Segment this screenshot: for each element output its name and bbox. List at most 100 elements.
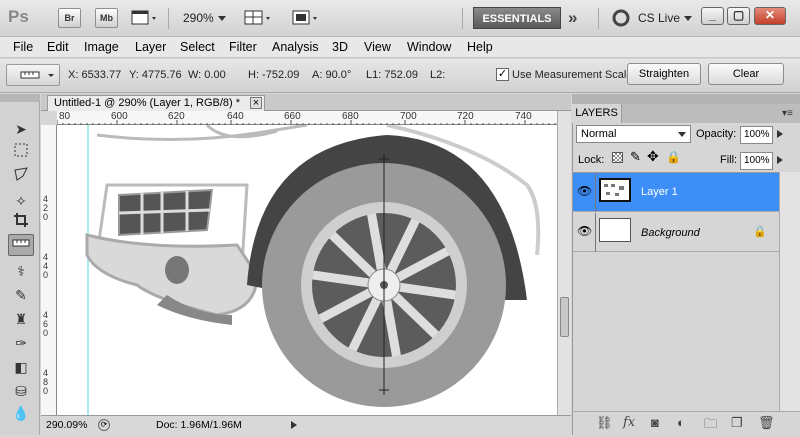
opacity-slider-icon[interactable] <box>777 130 783 138</box>
layers-panel-footer: ⛓ fx ◙ ◐ 🗀 ❐ 🗑 <box>573 411 800 435</box>
document-tab[interactable]: Untitled-1 @ 290% (Layer 1, RGB/8) * <box>47 95 265 111</box>
view-extras-button[interactable] <box>130 9 160 27</box>
fill-label: Fill: <box>720 154 738 166</box>
chevron-down-icon <box>684 16 693 22</box>
adjustment-layer-icon[interactable]: ◐ <box>677 415 685 430</box>
marquee-tool-icon[interactable] <box>10 142 32 164</box>
eraser-tool-icon[interactable]: ◧ <box>10 356 32 378</box>
delete-layer-icon[interactable]: 🗑 <box>758 415 775 431</box>
menu-file[interactable]: File <box>13 39 33 55</box>
eye-icon[interactable]: 👁 <box>577 184 592 198</box>
mini-bridge-button[interactable]: Mb <box>95 8 118 28</box>
document-canvas[interactable] <box>57 125 557 415</box>
clear-button[interactable]: Clear <box>708 63 784 85</box>
close-document-button[interactable]: × <box>250 97 262 109</box>
zoom-level-dropdown[interactable]: 290% <box>183 8 226 28</box>
screen-mode-button[interactable] <box>291 9 321 27</box>
lock-transparency-icon[interactable] <box>612 152 623 163</box>
paint-bucket-tool-icon[interactable]: ⛁ <box>10 380 32 402</box>
healing-brush-tool-icon[interactable]: ⚕ <box>10 260 32 282</box>
tool-preset-picker[interactable] <box>6 64 60 86</box>
menu-3d[interactable]: 3D <box>332 39 348 55</box>
ruler-label: 4 2 0 <box>43 194 49 222</box>
menu-filter[interactable]: Filter <box>229 39 257 55</box>
tab-layers[interactable]: LAYERS <box>572 104 622 123</box>
status-menu-icon[interactable]: ⟳ <box>98 419 110 431</box>
layer-mask-icon[interactable]: ◙ <box>651 415 659 430</box>
layers-panel <box>572 94 800 435</box>
straighten-button[interactable]: Straighten <box>627 63 701 85</box>
height-readout: H: -752.09 <box>248 69 300 81</box>
use-measurement-scale-checkbox[interactable]: ✓ <box>496 68 509 81</box>
status-expand-icon[interactable] <box>291 421 297 429</box>
screen-mode-icon <box>292 10 317 25</box>
bridge-button[interactable]: Br <box>58 8 81 28</box>
link-layers-icon[interactable]: ⛓ <box>596 415 613 431</box>
lock-image-icon[interactable]: ✎ <box>630 149 641 165</box>
quick-selection-tool-icon[interactable]: ✧ <box>10 190 32 212</box>
menu-image[interactable]: Image <box>84 39 119 55</box>
menu-view[interactable]: View <box>364 39 391 55</box>
ruler-label: 4 8 0 <box>43 368 49 396</box>
history-brush-tool-icon[interactable]: ✑ <box>10 332 32 354</box>
minimize-button[interactable]: _ <box>701 7 724 25</box>
panel-header[interactable] <box>572 94 800 104</box>
ruler-vertical: 4 2 0 4 4 0 4 6 0 4 8 0 <box>41 125 57 415</box>
lock-label: Lock: <box>578 154 605 166</box>
application-bar: Ps Br Mb 290% ESSENTIALS » CS Live _ ▢ ✕ <box>0 0 800 37</box>
panel-scrollbar[interactable] <box>779 172 800 411</box>
menu-help[interactable]: Help <box>467 39 493 55</box>
tools-panel-header[interactable] <box>0 94 40 102</box>
lock-position-icon[interactable]: ✥ <box>647 148 659 165</box>
car-image <box>57 125 557 415</box>
ruler-tool-icon[interactable] <box>8 234 34 256</box>
menu-select[interactable]: Select <box>180 39 215 55</box>
fill-input[interactable]: 100% <box>740 152 773 170</box>
more-workspaces-button[interactable]: » <box>568 8 577 28</box>
menu-window[interactable]: Window <box>407 39 451 55</box>
layer-name[interactable]: Background <box>641 227 700 239</box>
cs-live-dropdown[interactable]: CS Live <box>638 8 693 28</box>
menu-edit[interactable]: Edit <box>47 39 69 55</box>
layer-row-layer-1[interactable]: 👁 Layer 1 <box>573 173 779 212</box>
document-size-status: Doc: 1.96M/1.96M <box>156 419 242 431</box>
layer-thumbnail <box>599 178 631 202</box>
brush-tool-icon[interactable]: ✎ <box>10 284 32 306</box>
status-bar: 290.09% ⟳ Doc: 1.96M/1.96M <box>41 415 571 435</box>
menu-layer[interactable]: Layer <box>135 39 166 55</box>
clone-stamp-tool-icon[interactable]: ♜ <box>10 308 32 330</box>
arrange-documents-button[interactable] <box>244 9 274 27</box>
scroll-thumb[interactable] <box>560 297 569 337</box>
essentials-workspace-button[interactable]: ESSENTIALS <box>473 7 561 29</box>
new-group-icon[interactable]: 🗀 <box>704 415 717 437</box>
arrange-documents-icon <box>244 10 270 25</box>
blend-mode-select[interactable]: Normal <box>576 125 691 143</box>
blur-tool-icon[interactable]: 💧 <box>10 402 32 424</box>
crop-tool-icon[interactable] <box>10 212 32 234</box>
opacity-label: Opacity: <box>696 128 737 140</box>
layer-style-icon[interactable]: fx <box>623 415 635 430</box>
menu-bar: File Edit Image Layer Select Filter Anal… <box>0 37 800 58</box>
chevron-down-icon <box>217 16 226 22</box>
panel-menu-icon[interactable]: ▾≡ <box>782 108 793 119</box>
lock-all-icon[interactable]: 🔒 <box>666 150 681 164</box>
layer-thumbnail <box>599 218 631 242</box>
layer-row-background[interactable]: 👁 Background 🔒 <box>573 213 779 252</box>
x-readout: X: 6533.77 <box>68 69 122 81</box>
vertical-scrollbar[interactable] <box>557 111 571 415</box>
fill-slider-icon[interactable] <box>777 156 783 164</box>
zoom-status: 290.09% <box>46 419 88 431</box>
move-tool-icon[interactable]: ➤ <box>10 118 32 140</box>
lasso-tool-icon[interactable] <box>10 166 32 188</box>
menu-analysis[interactable]: Analysis <box>272 39 319 55</box>
close-window-button[interactable]: ✕ <box>754 7 786 25</box>
width-readout: W: 0.00 <box>188 69 226 81</box>
eye-icon[interactable]: 👁 <box>577 224 592 238</box>
maximize-button[interactable]: ▢ <box>727 7 750 25</box>
lock-icon: 🔒 <box>753 226 767 238</box>
new-layer-icon[interactable]: ❐ <box>731 415 743 431</box>
blend-mode-value: Normal <box>581 128 617 140</box>
opacity-input[interactable]: 100% <box>740 126 773 144</box>
layer-name[interactable]: Layer 1 <box>641 186 678 198</box>
document-tab-title: Untitled-1 @ 290% (Layer 1, RGB/8) * <box>54 97 241 109</box>
